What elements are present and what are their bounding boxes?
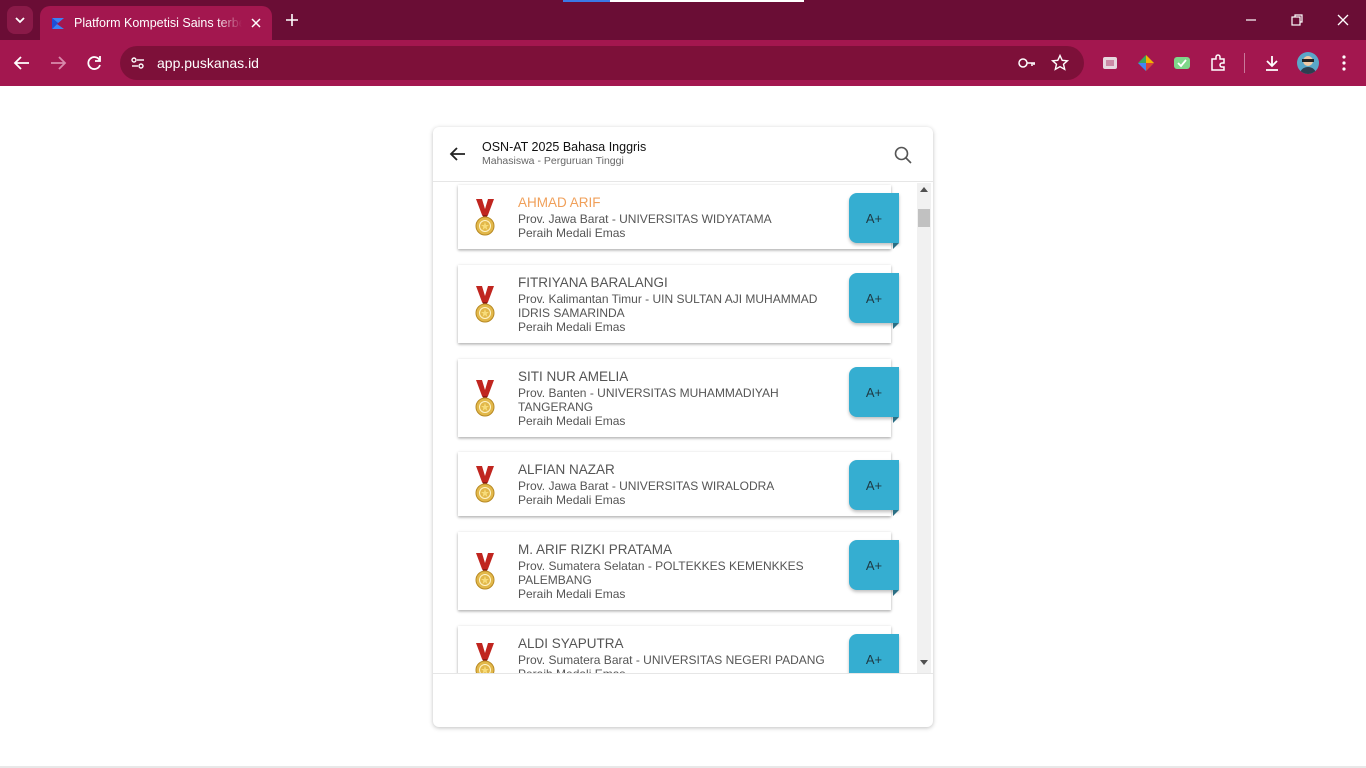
scrollbar[interactable] xyxy=(917,183,931,673)
download-icon[interactable] xyxy=(1262,53,1282,73)
toolbar-divider xyxy=(1244,53,1245,73)
restore-icon[interactable] xyxy=(1287,10,1307,30)
browser-toolbar: app.puskanas.id xyxy=(0,40,1366,86)
winners-list[interactable]: AHMAD ARIF Prov. Jawa Barat - UNIVERSITAS… xyxy=(433,183,933,673)
grade-badge-fold xyxy=(893,510,899,516)
winner-award: Peraih Medali Emas xyxy=(518,587,626,601)
grade-badge-fold xyxy=(893,590,899,596)
list-item[interactable]: ALDI SYAPUTRA Prov. Sumatera Barat - UNIV… xyxy=(458,626,899,673)
kebab-menu-icon[interactable] xyxy=(1334,53,1354,73)
winner-award: Peraih Medali Emas xyxy=(518,493,626,507)
gold-medal-icon xyxy=(474,641,496,673)
grade-badge: A+ xyxy=(849,540,899,590)
grade-badge-fold xyxy=(893,243,899,249)
winner-details: Prov. Jawa Barat - UNIVERSITAS WIDYATAMA… xyxy=(518,212,838,240)
gold-medal-icon xyxy=(474,464,496,504)
winner-award: Peraih Medali Emas xyxy=(518,226,626,240)
gold-medal-icon xyxy=(474,197,496,237)
key-icon[interactable] xyxy=(1017,54,1037,72)
app-favicon-icon xyxy=(52,18,64,29)
winner-name: AHMAD ARIF xyxy=(518,195,601,210)
list-item[interactable]: AHMAD ARIF Prov. Jawa Barat - UNIVERSITAS… xyxy=(458,185,899,249)
forward-arrow-icon[interactable] xyxy=(47,52,69,74)
winner-award: Peraih Medali Emas xyxy=(518,414,626,428)
extension-icon[interactable] xyxy=(1100,53,1120,73)
page-content: OSN-AT 2025 Bahasa Inggris Mahasiswa - P… xyxy=(0,86,1366,768)
minimize-icon[interactable] xyxy=(1241,10,1261,30)
winner-region: Prov. Banten - UNIVERSITAS MUHAMMADIYAH … xyxy=(518,386,779,414)
tab-search-icon[interactable] xyxy=(7,6,33,34)
search-icon[interactable] xyxy=(893,145,913,165)
list-item[interactable]: ALFIAN NAZAR Prov. Jawa Barat - UNIVERSIT… xyxy=(458,452,899,516)
scrollbar-thumb[interactable] xyxy=(918,209,930,227)
winner-name: FITRIYANA BARALANGI xyxy=(518,275,668,290)
url-text[interactable]: app.puskanas.id xyxy=(157,55,259,71)
card-footer xyxy=(433,673,933,727)
grade-badge: A+ xyxy=(849,634,899,673)
browser-tab[interactable]: Platform Kompetisi Sains terbesar xyxy=(40,6,272,40)
back-arrow-icon[interactable] xyxy=(448,144,468,164)
grade-badge: A+ xyxy=(849,273,899,323)
grade-badge: A+ xyxy=(849,367,899,417)
grade-badge: A+ xyxy=(849,193,899,243)
winner-region: Prov. Sumatera Selatan - POLTEKKES KEMEN… xyxy=(518,559,804,587)
winner-name: ALDI SYAPUTRA xyxy=(518,636,624,651)
gold-medal-icon xyxy=(474,284,496,324)
scroll-up-arrow[interactable] xyxy=(920,187,928,192)
page-title: OSN-AT 2025 Bahasa Inggris xyxy=(482,140,647,154)
gold-medal-icon xyxy=(474,551,496,591)
reload-icon[interactable] xyxy=(83,52,105,74)
winner-details: Prov. Sumatera Selatan - POLTEKKES KEMEN… xyxy=(518,559,838,601)
star-icon[interactable] xyxy=(1050,53,1070,73)
winner-region: Prov. Kalimantan Timur - UIN SULTAN AJI … xyxy=(518,292,818,320)
address-bar[interactable]: app.puskanas.id xyxy=(120,46,1084,80)
winner-details: Prov. Kalimantan Timur - UIN SULTAN AJI … xyxy=(518,292,838,334)
back-arrow-icon[interactable] xyxy=(11,52,33,74)
browser-tab-strip: Platform Kompetisi Sains terbesar xyxy=(0,0,1366,40)
grade-badge: A+ xyxy=(849,460,899,510)
winner-name: SITI NUR AMELIA xyxy=(518,369,629,384)
winner-name: M. ARIF RIZKI PRATAMA xyxy=(518,542,673,557)
winner-award: Peraih Medali Emas xyxy=(518,320,626,334)
list-item[interactable]: FITRIYANA BARALANGI Prov. Kalimantan Timu… xyxy=(458,265,899,343)
winner-region: Prov. Jawa Barat - UNIVERSITAS WIDYATAMA xyxy=(518,212,772,226)
list-item[interactable]: M. ARIF RIZKI PRATAMA Prov. Sumatera Sela… xyxy=(458,532,899,610)
grade-badge-fold xyxy=(893,323,899,329)
winner-details: Prov. Jawa Barat - UNIVERSITAS WIRALODRA… xyxy=(518,479,838,507)
scroll-down-arrow[interactable] xyxy=(920,660,928,665)
gold-medal-icon xyxy=(474,378,496,418)
close-icon[interactable] xyxy=(248,15,264,31)
winner-region: Prov. Sumatera Barat - UNIVERSITAS NEGER… xyxy=(518,653,825,667)
puzzle-icon[interactable] xyxy=(1208,53,1228,73)
list-item[interactable]: SITI NUR AMELIA Prov. Banten - UNIVERSITA… xyxy=(458,359,899,437)
page-subtitle: Mahasiswa - Perguruan Tinggi xyxy=(482,155,624,167)
close-icon[interactable] xyxy=(1333,10,1353,30)
extension-icon[interactable] xyxy=(1136,53,1156,73)
winner-details: Prov. Banten - UNIVERSITAS MUHAMMADIYAH … xyxy=(518,386,838,428)
tab-title: Platform Kompetisi Sains terbesar xyxy=(74,16,242,30)
card-header: OSN-AT 2025 Bahasa Inggris Mahasiswa - P… xyxy=(433,127,933,182)
winner-region: Prov. Jawa Barat - UNIVERSITAS WIRALODRA xyxy=(518,479,775,493)
extension-icon[interactable] xyxy=(1172,53,1192,73)
avatar[interactable] xyxy=(1297,52,1319,74)
site-settings-icon[interactable] xyxy=(128,53,148,73)
plus-icon[interactable] xyxy=(282,10,302,30)
results-card: OSN-AT 2025 Bahasa Inggris Mahasiswa - P… xyxy=(433,127,933,727)
grade-badge-fold xyxy=(893,417,899,423)
loading-indicator xyxy=(563,0,804,2)
winner-details: Prov. Sumatera Barat - UNIVERSITAS NEGER… xyxy=(518,653,838,673)
winner-name: ALFIAN NAZAR xyxy=(518,462,615,477)
